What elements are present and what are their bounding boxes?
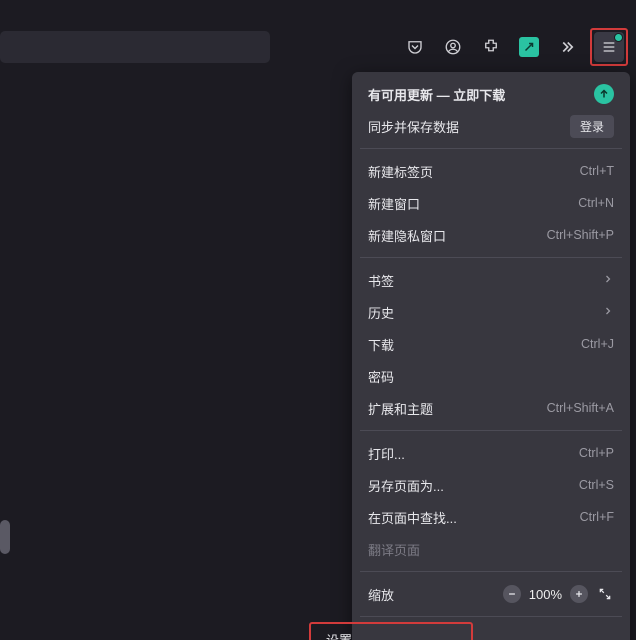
menu-history[interactable]: 历史 xyxy=(352,296,630,328)
sync-row[interactable]: 同步并保存数据 登录 xyxy=(352,110,630,142)
shortcut-label: Ctrl+J xyxy=(581,337,614,351)
divider xyxy=(360,616,622,617)
menu-item-label: 下载 xyxy=(368,335,394,354)
zoom-in-button[interactable] xyxy=(570,585,588,603)
toolbar xyxy=(400,30,628,64)
divider xyxy=(360,148,622,149)
shortcut-label: Ctrl+P xyxy=(579,446,614,460)
menu-item-label: 扩展和主题 xyxy=(368,399,433,418)
menu-zoom: 缩放 100% xyxy=(352,578,630,610)
account-icon[interactable] xyxy=(438,32,468,62)
address-bar[interactable] xyxy=(0,31,270,63)
chevron-right-icon xyxy=(602,305,614,320)
login-button[interactable]: 登录 xyxy=(570,115,614,138)
menu-item-label: 历史 xyxy=(368,303,394,322)
menu-item-label: 密码 xyxy=(368,367,394,386)
zoom-value: 100% xyxy=(529,587,562,602)
chevron-right-icon xyxy=(602,273,614,288)
shortcut-label: Ctrl+S xyxy=(579,478,614,492)
divider xyxy=(360,257,622,258)
menu-new-window[interactable]: 新建窗口 Ctrl+N xyxy=(352,187,630,219)
menu-item-label: 缩放 xyxy=(368,585,394,604)
menu-item-label: 打印... xyxy=(368,444,405,463)
sync-label: 同步并保存数据 xyxy=(368,117,459,136)
fullscreen-icon[interactable] xyxy=(596,585,614,603)
menu-item-label: 在页面中查找... xyxy=(368,508,457,527)
shortcut-label: Ctrl+F xyxy=(580,510,614,524)
menu-item-label: 另存页面为... xyxy=(368,476,444,495)
menu-item-label: 书签 xyxy=(368,271,394,290)
menu-downloads[interactable]: 下载 Ctrl+J xyxy=(352,328,630,360)
menu-passwords[interactable]: 密码 xyxy=(352,360,630,392)
menu-translate: 翻译页面 xyxy=(352,533,630,565)
divider xyxy=(360,430,622,431)
update-banner[interactable]: 有可用更新 — 立即下载 xyxy=(352,78,630,110)
menu-item-label: 设置 xyxy=(326,630,352,640)
menu-new-private-window[interactable]: 新建隐私窗口 Ctrl+Shift+P xyxy=(352,219,630,251)
menu-new-tab[interactable]: 新建标签页 Ctrl+T xyxy=(352,155,630,187)
hamburger-highlight xyxy=(590,28,628,66)
menu-item-label: 新建隐私窗口 xyxy=(368,226,446,245)
update-banner-label: 有可用更新 — 立即下载 xyxy=(368,85,505,104)
pocket-icon[interactable] xyxy=(400,32,430,62)
menu-item-label: 新建标签页 xyxy=(368,162,433,181)
shortcut-label: Ctrl+Shift+A xyxy=(547,401,614,415)
menu-save-as[interactable]: 另存页面为... Ctrl+S xyxy=(352,469,630,501)
extension-icon[interactable] xyxy=(476,32,506,62)
menu-bookmarks[interactable]: 书签 xyxy=(352,264,630,296)
scroll-thumb[interactable] xyxy=(0,520,10,554)
menu-find[interactable]: 在页面中查找... Ctrl+F xyxy=(352,501,630,533)
shortcut-label: Ctrl+Shift+P xyxy=(547,228,614,242)
update-dot-icon xyxy=(614,33,623,42)
app-icon[interactable] xyxy=(514,32,544,62)
menu-item-label: 新建窗口 xyxy=(368,194,420,213)
shortcut-label: Ctrl+T xyxy=(580,164,614,178)
divider xyxy=(360,571,622,572)
app-menu: 有可用更新 — 立即下载 同步并保存数据 登录 新建标签页 Ctrl+T 新建窗… xyxy=(352,72,630,640)
menu-addons[interactable]: 扩展和主题 Ctrl+Shift+A xyxy=(352,392,630,424)
menu-print[interactable]: 打印... Ctrl+P xyxy=(352,437,630,469)
overflow-icon[interactable] xyxy=(552,32,582,62)
download-update-icon[interactable] xyxy=(594,84,614,104)
zoom-out-button[interactable] xyxy=(503,585,521,603)
menu-settings[interactable]: 设置 xyxy=(310,623,472,640)
shortcut-label: Ctrl+N xyxy=(578,196,614,210)
menu-item-label: 翻译页面 xyxy=(368,540,420,559)
